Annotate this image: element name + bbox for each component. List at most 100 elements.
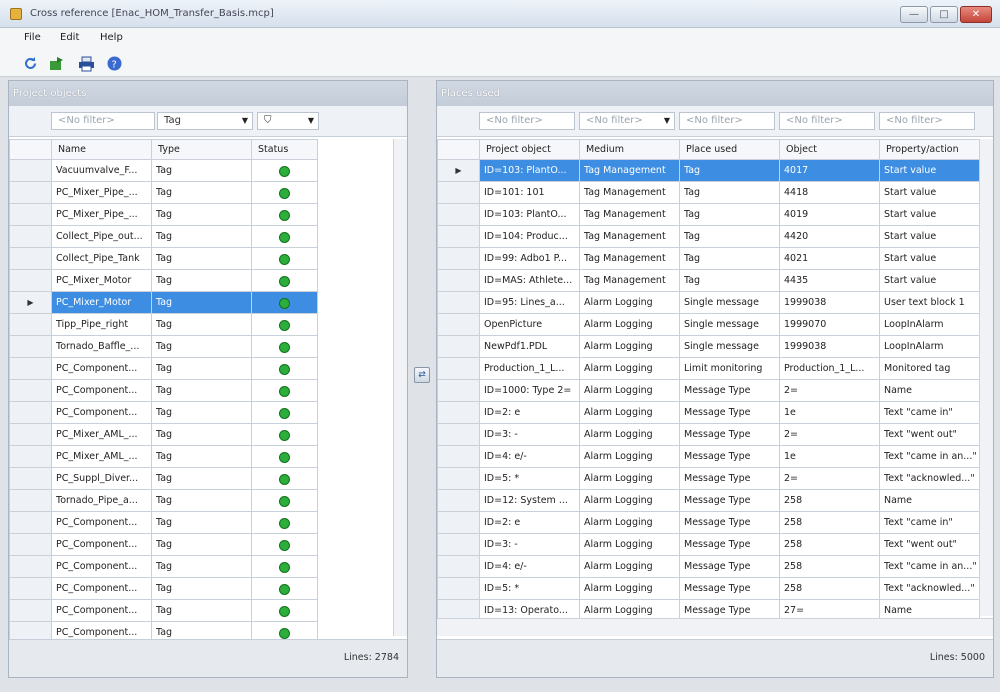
row-header[interactable]	[437, 445, 480, 468]
name-cell[interactable]: Tornado_Pipe_a...	[51, 489, 152, 512]
row-header[interactable]	[9, 401, 52, 424]
property-cell[interactable]: Start value	[879, 247, 980, 270]
type-cell[interactable]: Tag	[151, 599, 252, 622]
help-icon[interactable]: ?	[106, 55, 123, 72]
project-object-cell[interactable]: ID=101: 101	[479, 181, 580, 204]
table-row[interactable]: PC_Component... Tag	[9, 599, 318, 622]
medium-cell[interactable]: Alarm Logging	[579, 335, 680, 358]
type-cell[interactable]: Tag	[151, 203, 252, 226]
status-cell[interactable]	[251, 401, 318, 424]
object-cell[interactable]: 4435	[779, 269, 880, 292]
table-row[interactable]: ▶ PC_Mixer_Motor Tag	[9, 291, 318, 314]
column-header-project-object[interactable]: Project object	[479, 139, 580, 160]
table-row[interactable]: ID=101: 101 Tag Management Tag 4418 Start va…	[437, 181, 980, 204]
status-cell[interactable]	[251, 335, 318, 358]
row-header[interactable]	[437, 247, 480, 270]
name-cell[interactable]: PC_Mixer_Motor	[51, 291, 152, 314]
row-header[interactable]	[437, 577, 480, 600]
status-cell[interactable]	[251, 445, 318, 468]
status-cell[interactable]	[251, 467, 318, 490]
type-cell[interactable]: Tag	[151, 291, 252, 314]
row-header[interactable]	[437, 489, 480, 512]
table-row[interactable]: ID=103: PlantO... Tag Management Tag 4019 St…	[437, 203, 980, 226]
name-cell[interactable]: PC_Component...	[51, 533, 152, 556]
row-header[interactable]	[437, 533, 480, 556]
property-cell[interactable]: Text "came in"	[879, 401, 980, 424]
object-cell[interactable]: 1999038	[779, 291, 880, 314]
status-cell[interactable]	[251, 423, 318, 446]
arrow-swap-icon[interactable]: ⇄	[414, 367, 430, 383]
medium-cell[interactable]: Alarm Logging	[579, 357, 680, 380]
row-header[interactable]	[437, 401, 480, 424]
name-cell[interactable]: PC_Mixer_Motor	[51, 269, 152, 292]
medium-cell[interactable]: Alarm Logging	[579, 401, 680, 424]
table-row[interactable]: Tornado_Pipe_a... Tag	[9, 489, 318, 512]
row-header[interactable]	[437, 225, 480, 248]
table-row[interactable]: Production_1_L... Alarm Logging Limit moni…	[437, 357, 980, 380]
status-cell[interactable]	[251, 313, 318, 336]
name-cell[interactable]: PC_Mixer_Pipe_...	[51, 203, 152, 226]
status-cell[interactable]	[251, 291, 318, 314]
object-cell[interactable]: 258	[779, 577, 880, 600]
property-cell[interactable]: User text block 1	[879, 291, 980, 314]
place-used-filter[interactable]: <No filter>	[679, 112, 775, 130]
name-cell[interactable]: PC_Mixer_Pipe_...	[51, 181, 152, 204]
type-cell[interactable]: Tag	[151, 181, 252, 204]
object-cell[interactable]: Production_1_L...	[779, 357, 880, 380]
row-header[interactable]	[437, 203, 480, 226]
type-cell[interactable]: Tag	[151, 159, 252, 182]
table-row[interactable]: Tornado_Baffle_... Tag	[9, 335, 318, 358]
status-cell[interactable]	[251, 203, 318, 226]
type-cell[interactable]: Tag	[151, 555, 252, 578]
type-cell[interactable]: Tag	[151, 357, 252, 380]
project-object-cell[interactable]: ID=95: Lines_a...	[479, 291, 580, 314]
table-row[interactable]: PC_Mixer_Motor Tag	[9, 269, 318, 292]
project-object-cell[interactable]: ID=2: e	[479, 511, 580, 534]
medium-cell[interactable]: Alarm Logging	[579, 577, 680, 600]
table-row[interactable]: ID=95: Lines_a... Alarm Logging Single mes…	[437, 291, 980, 314]
table-row[interactable]: PC_Component... Tag	[9, 555, 318, 578]
table-row[interactable]: PC_Suppl_Diver... Tag	[9, 467, 318, 490]
medium-cell[interactable]: Alarm Logging	[579, 445, 680, 468]
status-cell[interactable]	[251, 511, 318, 534]
project-object-cell[interactable]: ID=3: -	[479, 423, 580, 446]
close-button[interactable]: ✕	[960, 6, 992, 23]
column-header-place-used[interactable]: Place used	[679, 139, 780, 160]
place-used-cell[interactable]: Tag	[679, 225, 780, 248]
row-header[interactable]	[437, 313, 480, 336]
row-header[interactable]	[9, 379, 52, 402]
name-cell[interactable]: PC_Suppl_Diver...	[51, 467, 152, 490]
menu-help[interactable]: Help	[100, 32, 123, 43]
place-used-cell[interactable]: Tag	[679, 203, 780, 226]
name-cell[interactable]: PC_Component...	[51, 379, 152, 402]
row-header[interactable]	[437, 269, 480, 292]
place-used-cell[interactable]: Message Type	[679, 467, 780, 490]
medium-cell[interactable]: Tag Management	[579, 181, 680, 204]
table-row[interactable]: PC_Component... Tag	[9, 511, 318, 534]
object-cell[interactable]: 2=	[779, 379, 880, 402]
type-cell[interactable]: Tag	[151, 247, 252, 270]
table-row[interactable]: Collect_Pipe_Tank Tag	[9, 247, 318, 270]
type-cell[interactable]: Tag	[151, 533, 252, 556]
table-row[interactable]: NewPdf1.PDL Alarm Logging Single message 19…	[437, 335, 980, 358]
status-cell[interactable]	[251, 599, 318, 622]
place-used-cell[interactable]: Message Type	[679, 423, 780, 446]
medium-cell[interactable]: Alarm Logging	[579, 555, 680, 578]
place-used-cell[interactable]: Single message	[679, 291, 780, 314]
column-header-medium[interactable]: Medium	[579, 139, 680, 160]
row-header[interactable]	[437, 555, 480, 578]
name-cell[interactable]: PC_Component...	[51, 599, 152, 622]
status-cell[interactable]	[251, 379, 318, 402]
type-filter[interactable]: Tag ▼	[157, 112, 253, 130]
object-cell[interactable]: 258	[779, 511, 880, 534]
type-cell[interactable]: Tag	[151, 313, 252, 336]
table-row[interactable]: PC_Component... Tag	[9, 379, 318, 402]
print-icon[interactable]	[78, 55, 95, 72]
row-header[interactable]	[9, 159, 52, 182]
object-cell[interactable]: 1999038	[779, 335, 880, 358]
place-used-cell[interactable]: Message Type	[679, 555, 780, 578]
project-object-cell[interactable]: ID=4: e/-	[479, 555, 580, 578]
row-header[interactable]	[9, 599, 52, 622]
type-cell[interactable]: Tag	[151, 423, 252, 446]
table-row[interactable]: PC_Mixer_Pipe_... Tag	[9, 203, 318, 226]
